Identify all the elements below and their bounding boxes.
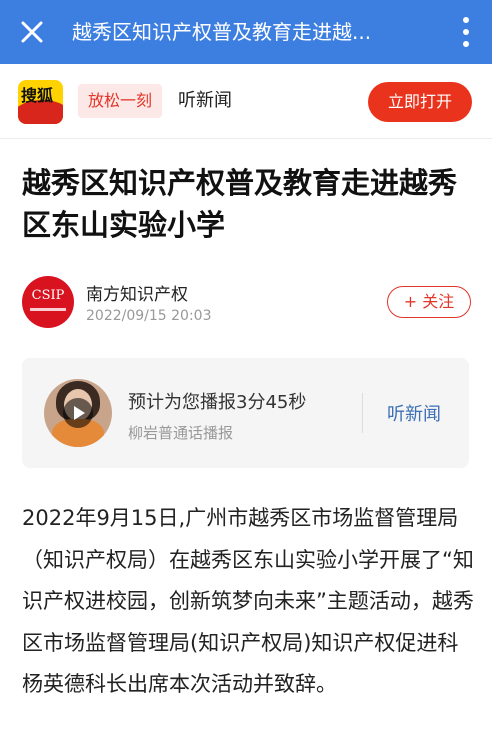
audio-duration-text: 预计为您播报3分45秒 bbox=[128, 392, 307, 413]
audio-voice-text: 柳岩普通话播报 bbox=[128, 424, 234, 442]
publish-time: 2022/09/15 20:03 bbox=[86, 308, 212, 324]
narrator-thumbnail bbox=[44, 379, 112, 447]
article-body: 2022年9月15日,广州市越秀区市场监督管理局（知识产权局）在越秀区东山实验小… bbox=[22, 506, 474, 696]
app-promo-bar: 搜狐 放松一刻 听新闻 立即打开 bbox=[0, 64, 492, 139]
audio-player-card[interactable]: 预计为您播报3分45秒 柳岩普通话播报 听新闻 bbox=[22, 358, 469, 468]
channel-tag[interactable]: 放松一刻 bbox=[78, 84, 163, 118]
top-bar: 越秀区知识产权普及教育走进越... bbox=[0, 0, 492, 64]
audio-divider bbox=[362, 393, 363, 433]
logo-text: 搜狐 bbox=[21, 86, 54, 105]
follow-button[interactable]: + 关注 bbox=[387, 286, 471, 318]
close-icon[interactable] bbox=[14, 14, 50, 50]
avatar-underline bbox=[30, 308, 66, 311]
author-row: CSIP 南方知识产权 2022/09/15 20:03 + 关注 bbox=[22, 276, 472, 332]
page-title: 越秀区知识产权普及教育走进越... bbox=[72, 20, 372, 44]
author-avatar[interactable]: CSIP bbox=[22, 276, 74, 328]
listen-news-link[interactable]: 听新闻 bbox=[178, 84, 232, 118]
avatar-text: CSIP bbox=[31, 288, 65, 303]
article-headline: 越秀区知识产权普及教育走进越秀区东山实验小学 bbox=[22, 166, 458, 242]
audio-listen-button[interactable]: 听新闻 bbox=[387, 400, 441, 426]
play-icon[interactable] bbox=[63, 398, 93, 428]
open-app-button[interactable]: 立即打开 bbox=[368, 82, 472, 122]
author-name[interactable]: 南方知识产权 bbox=[86, 280, 188, 305]
more-vertical-icon[interactable] bbox=[458, 14, 474, 50]
sohu-logo: 搜狐 bbox=[18, 80, 63, 124]
